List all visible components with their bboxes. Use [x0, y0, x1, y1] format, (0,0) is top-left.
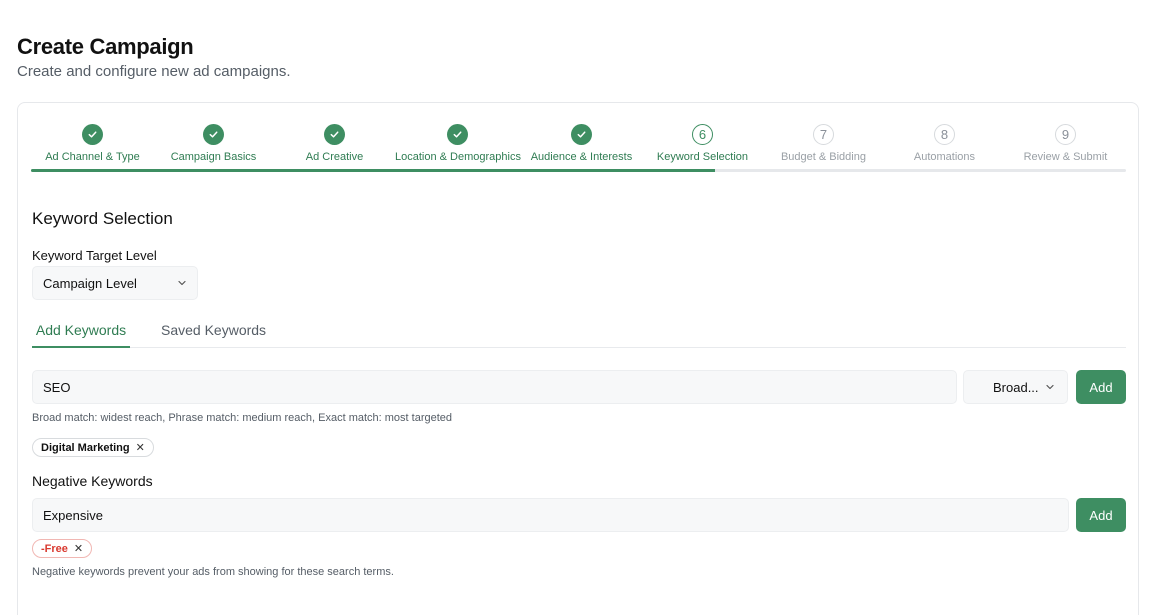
step-label: Location & Demographics	[395, 151, 521, 163]
page-title: Create Campaign	[17, 34, 194, 59]
tab-saved-keywords[interactable]: Saved Keywords	[161, 322, 266, 338]
match-type-select[interactable]: Broad...	[963, 370, 1068, 404]
step-audience-interests[interactable]: Audience & Interests	[521, 123, 642, 173]
chevron-down-icon	[1045, 382, 1055, 392]
step-label: Budget & Bidding	[780, 151, 866, 163]
add-negative-keyword-button[interactable]: Add	[1076, 498, 1126, 532]
check-icon	[324, 124, 345, 145]
match-type-hint: Broad match: widest reach, Phrase match:…	[32, 412, 453, 424]
step-label: Ad Channel & Type	[45, 151, 140, 163]
step-location-demographics[interactable]: Location & Demographics	[395, 123, 521, 173]
step-label: Review & Submit	[1023, 151, 1108, 163]
negative-keyword-input[interactable]	[32, 498, 1069, 532]
section-title: Keyword Selection	[32, 209, 173, 228]
negative-keyword-chip: -Free ✕	[32, 539, 93, 558]
step-ad-creative[interactable]: Ad Creative	[274, 123, 395, 173]
chip-label: Digital Marketing	[41, 441, 130, 454]
step-keyword-selection[interactable]: 6 Keyword Selection	[642, 123, 763, 173]
step-campaign-basics[interactable]: Campaign Basics	[153, 123, 274, 173]
check-icon	[570, 124, 592, 145]
step-budget-bidding[interactable]: 7 Budget & Bidding	[763, 123, 884, 173]
step-label: Ad Creative	[305, 151, 364, 163]
check-icon	[203, 124, 224, 145]
chevron-down-icon	[177, 278, 187, 288]
keyword-target-level-select[interactable]: Campaign Level	[32, 266, 198, 300]
step-number: 9	[1054, 124, 1076, 145]
negative-keywords-title: Negative Keywords	[32, 473, 153, 489]
step-label: Campaign Basics	[170, 151, 257, 163]
negative-keywords-hint: Negative keywords prevent your ads from …	[32, 566, 394, 578]
step-label: Audience & Interests	[530, 151, 633, 163]
keyword-tabs: Add Keywords Saved Keywords	[32, 316, 1126, 348]
check-icon	[447, 124, 469, 145]
keyword-chip: Digital Marketing ✕	[32, 438, 154, 457]
step-number: 7	[812, 124, 834, 145]
step-number: 8	[933, 124, 955, 145]
keyword-input[interactable]	[32, 370, 957, 404]
chip-label: -Free	[41, 542, 68, 555]
stepper: Ad Channel & Type Campaign Basics Ad Cre…	[32, 123, 1126, 173]
step-review-submit[interactable]: 9 Review & Submit	[1005, 123, 1126, 173]
check-icon	[82, 124, 103, 145]
campaign-form-card: Ad Channel & Type Campaign Basics Ad Cre…	[17, 102, 1139, 615]
step-label: Automations	[913, 151, 976, 163]
step-ad-channel-type[interactable]: Ad Channel & Type	[32, 123, 153, 173]
page-subtitle: Create and configure new ad campaigns.	[17, 63, 291, 80]
step-label: Keyword Selection	[656, 151, 749, 163]
close-icon[interactable]: ✕	[136, 441, 145, 454]
select-value: Broad...	[993, 379, 1039, 395]
add-keyword-button[interactable]: Add	[1076, 370, 1126, 404]
progress-bar	[31, 169, 1126, 172]
close-icon[interactable]: ✕	[74, 542, 83, 555]
step-automations[interactable]: 8 Automations	[884, 123, 1005, 173]
step-number: 6	[691, 124, 713, 145]
progress-fill	[31, 169, 716, 172]
tab-add-keywords[interactable]: Add Keywords	[32, 322, 130, 348]
select-value: Campaign Level	[43, 275, 137, 291]
keyword-target-level-label: Keyword Target Level	[32, 248, 157, 263]
